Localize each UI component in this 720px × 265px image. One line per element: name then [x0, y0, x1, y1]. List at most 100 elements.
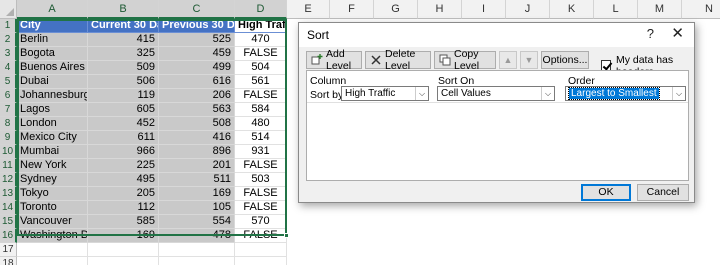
- column-header-i[interactable]: I: [462, 0, 506, 19]
- table-cell[interactable]: 931: [235, 145, 287, 159]
- row-header[interactable]: 16: [0, 229, 17, 243]
- table-cell[interactable]: 611: [88, 131, 159, 145]
- table-cell[interactable]: 470: [235, 33, 287, 47]
- empty-cell[interactable]: [88, 257, 159, 265]
- table-cell[interactable]: Berlin: [17, 33, 88, 47]
- table-cell[interactable]: 561: [235, 75, 287, 89]
- table-cell[interactable]: FALSE: [235, 201, 287, 215]
- table-cell[interactable]: FALSE: [235, 159, 287, 173]
- row-header[interactable]: 14: [0, 201, 17, 215]
- column-header-b[interactable]: B: [88, 0, 159, 19]
- table-cell[interactable]: 416: [159, 131, 235, 145]
- table-cell[interactable]: 616: [159, 75, 235, 89]
- row-header[interactable]: 1: [0, 19, 17, 33]
- ok-button[interactable]: OK: [581, 184, 631, 201]
- copy-level-button[interactable]: Copy Level: [434, 48, 496, 72]
- empty-cell[interactable]: [17, 257, 88, 265]
- help-icon[interactable]: ?: [647, 26, 654, 41]
- row-header[interactable]: 17: [0, 243, 17, 257]
- column-header-m[interactable]: M: [638, 0, 682, 19]
- table-cell[interactable]: Johannesburg: [17, 89, 88, 103]
- table-cell[interactable]: Lagos: [17, 103, 88, 117]
- row-header[interactable]: 12: [0, 173, 17, 187]
- table-cell[interactable]: Sydney: [17, 173, 88, 187]
- cancel-button[interactable]: Cancel: [637, 184, 689, 201]
- empty-cell[interactable]: [235, 243, 287, 257]
- row-header[interactable]: 2: [0, 33, 17, 47]
- table-cell[interactable]: 504: [235, 61, 287, 75]
- row-header[interactable]: 18: [0, 257, 17, 265]
- table-cell[interactable]: 480: [235, 117, 287, 131]
- table-cell[interactable]: 506: [88, 75, 159, 89]
- row-header[interactable]: 11: [0, 159, 17, 173]
- table-cell[interactable]: Vancouver: [17, 215, 88, 229]
- table-cell[interactable]: 205: [88, 187, 159, 201]
- table-cell[interactable]: 509: [88, 61, 159, 75]
- table-cell[interactable]: 499: [159, 61, 235, 75]
- column-header-c[interactable]: C: [159, 0, 235, 19]
- table-cell[interactable]: 554: [159, 215, 235, 229]
- table-cell[interactable]: FALSE: [235, 187, 287, 201]
- table-cell[interactable]: Bogota: [17, 47, 88, 61]
- header-cell[interactable]: Previous 30 Days: [159, 19, 235, 33]
- column-header-e[interactable]: E: [287, 0, 330, 19]
- column-select[interactable]: High Traffic ⌵: [341, 86, 429, 101]
- select-all-corner[interactable]: [0, 0, 17, 19]
- table-cell[interactable]: 201: [159, 159, 235, 173]
- row-header[interactable]: 4: [0, 61, 17, 75]
- header-cell[interactable]: Current 30 Days: [88, 19, 159, 33]
- table-cell[interactable]: London: [17, 117, 88, 131]
- table-cell[interactable]: 169: [159, 187, 235, 201]
- table-cell[interactable]: 508: [159, 117, 235, 131]
- move-down-button[interactable]: ▼: [520, 51, 538, 69]
- empty-cell[interactable]: [159, 243, 235, 257]
- delete-level-button[interactable]: Delete Level: [365, 48, 431, 72]
- header-cell[interactable]: High Traffic: [235, 19, 287, 33]
- row-header[interactable]: 8: [0, 117, 17, 131]
- table-cell[interactable]: 605: [88, 103, 159, 117]
- table-cell[interactable]: 570: [235, 215, 287, 229]
- table-cell[interactable]: 503: [235, 173, 287, 187]
- table-cell[interactable]: Tokyo: [17, 187, 88, 201]
- table-cell[interactable]: FALSE: [235, 89, 287, 103]
- header-cell[interactable]: City: [17, 19, 88, 33]
- table-cell[interactable]: 511: [159, 173, 235, 187]
- row-header[interactable]: 6: [0, 89, 17, 103]
- table-cell[interactable]: 225: [88, 159, 159, 173]
- table-cell[interactable]: 896: [159, 145, 235, 159]
- table-cell[interactable]: 459: [159, 47, 235, 61]
- table-cell[interactable]: 563: [159, 103, 235, 117]
- column-header-d[interactable]: D: [235, 0, 287, 19]
- table-cell[interactable]: 478: [159, 229, 235, 243]
- options-button[interactable]: Options...: [541, 51, 589, 69]
- column-header-a[interactable]: A: [17, 0, 88, 19]
- table-cell[interactable]: 105: [159, 201, 235, 215]
- sort-on-select[interactable]: Cell Values ⌵: [437, 86, 555, 101]
- table-cell[interactable]: 112: [88, 201, 159, 215]
- table-cell[interactable]: FALSE: [235, 229, 287, 243]
- order-select[interactable]: Largest to Smallest ⌵: [565, 86, 686, 101]
- empty-cell[interactable]: [159, 257, 235, 265]
- table-cell[interactable]: 495: [88, 173, 159, 187]
- row-header[interactable]: 15: [0, 215, 17, 229]
- table-cell[interactable]: 585: [88, 215, 159, 229]
- table-cell[interactable]: 525: [159, 33, 235, 47]
- table-cell[interactable]: Dubai: [17, 75, 88, 89]
- row-header[interactable]: 5: [0, 75, 17, 89]
- column-header-k[interactable]: K: [550, 0, 594, 19]
- row-header[interactable]: 9: [0, 131, 17, 145]
- column-header-j[interactable]: J: [506, 0, 550, 19]
- column-header-h[interactable]: H: [418, 0, 462, 19]
- table-cell[interactable]: New York: [17, 159, 88, 173]
- table-cell[interactable]: 966: [88, 145, 159, 159]
- table-cell[interactable]: 325: [88, 47, 159, 61]
- table-cell[interactable]: Mumbai: [17, 145, 88, 159]
- table-cell[interactable]: 169: [88, 229, 159, 243]
- add-level-button[interactable]: Add Level: [306, 48, 362, 72]
- table-cell[interactable]: Toronto: [17, 201, 88, 215]
- empty-cell[interactable]: [17, 243, 88, 257]
- fill-handle[interactable]: [284, 233, 289, 238]
- column-header-f[interactable]: F: [330, 0, 374, 19]
- row-header[interactable]: 10: [0, 145, 17, 159]
- move-up-button[interactable]: ▲: [499, 51, 517, 69]
